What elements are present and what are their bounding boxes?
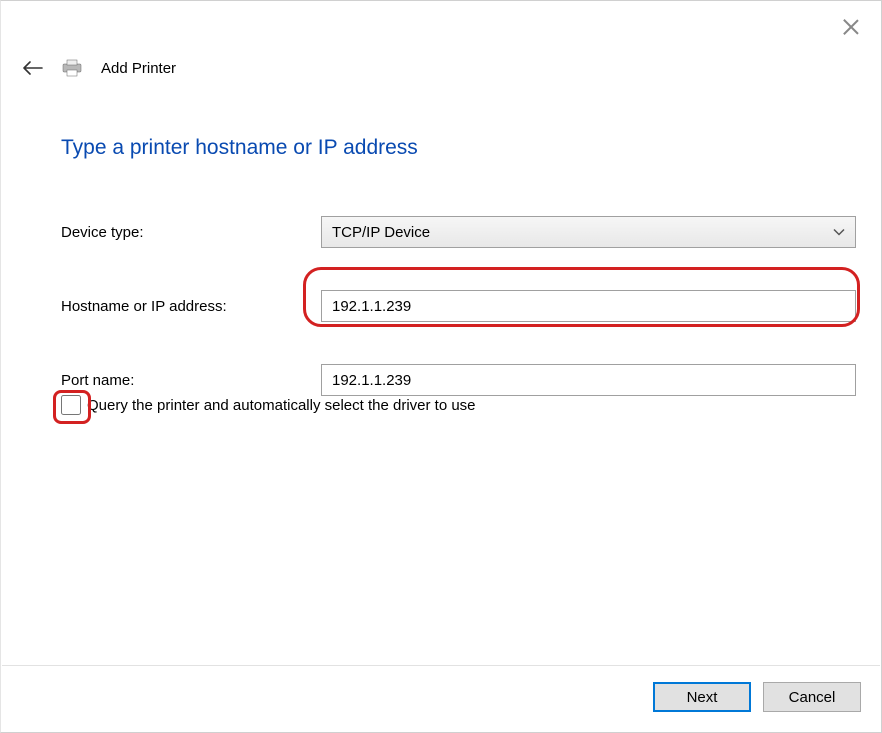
port-name-input[interactable] — [321, 364, 856, 396]
footer-buttons: Next Cancel — [653, 682, 861, 712]
hostname-row: Hostname or IP address: — [61, 290, 856, 322]
next-button[interactable]: Next — [653, 682, 751, 712]
footer-separator — [2, 665, 880, 666]
device-type-select[interactable]: TCP/IP Device — [321, 216, 856, 248]
chevron-down-icon — [833, 224, 845, 241]
query-checkbox[interactable] — [61, 395, 81, 415]
device-type-row: Device type: TCP/IP Device — [61, 216, 856, 248]
query-checkbox-label: Query the printer and automatically sele… — [87, 397, 476, 414]
query-checkbox-row: Query the printer and automatically sele… — [61, 395, 476, 415]
port-name-label: Port name: — [61, 372, 321, 389]
hostname-label: Hostname or IP address: — [61, 298, 321, 315]
wizard-header: Add Printer — [23, 59, 176, 77]
form-area: Device type: TCP/IP Device Hostname or I… — [61, 216, 856, 396]
printer-icon — [61, 59, 83, 77]
hostname-input[interactable] — [321, 290, 856, 322]
back-arrow-icon[interactable] — [23, 61, 43, 75]
port-name-row: Port name: — [61, 364, 856, 396]
wizard-title: Add Printer — [101, 60, 176, 77]
add-printer-wizard-window: Add Printer Type a printer hostname or I… — [0, 0, 882, 733]
page-heading: Type a printer hostname or IP address — [61, 136, 418, 160]
cancel-button[interactable]: Cancel — [763, 682, 861, 712]
close-icon[interactable] — [843, 19, 859, 35]
device-type-label: Device type: — [61, 224, 321, 241]
device-type-value: TCP/IP Device — [332, 224, 430, 241]
